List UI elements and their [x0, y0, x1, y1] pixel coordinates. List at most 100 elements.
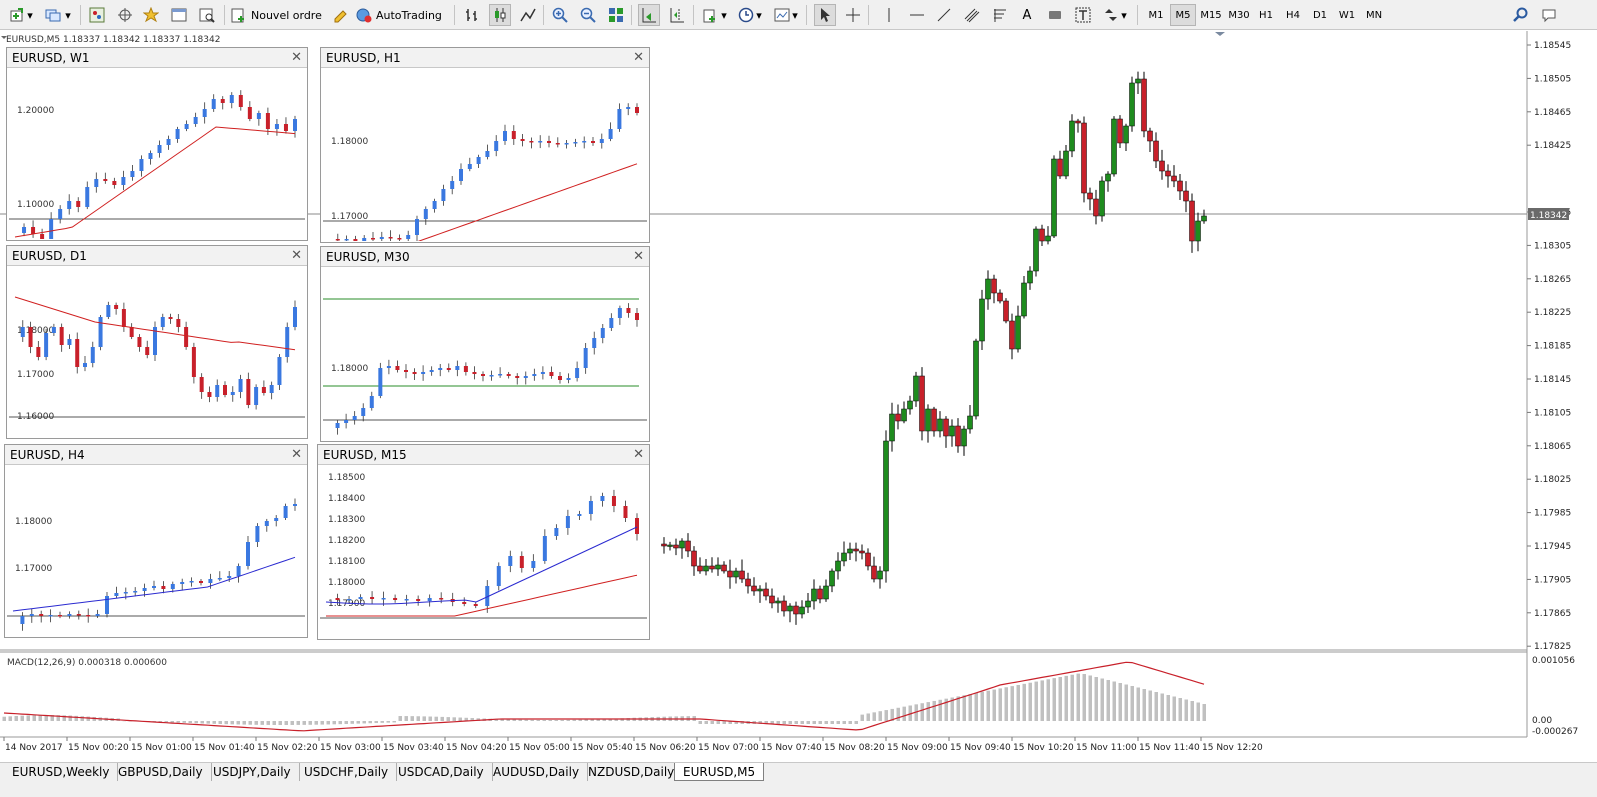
timeframe-mn[interactable]: MN	[1361, 4, 1387, 26]
tab-eurusd-weekly[interactable]: EURUSD,Weekly	[4, 763, 119, 781]
chevron-down-icon[interactable]: ▾	[62, 4, 74, 26]
text-box-icon[interactable]	[1072, 4, 1094, 26]
favorites-star-icon[interactable]	[140, 4, 162, 26]
timeframe-w1[interactable]: W1	[1334, 4, 1360, 26]
subchart-eurusd-h1[interactable]: EURUSD, H1 ✕ 1.18000 1.17000	[320, 47, 650, 243]
timeframe-h1[interactable]: H1	[1253, 4, 1279, 26]
search-icon[interactable]	[1510, 4, 1532, 26]
market-watch-icon[interactable]	[86, 4, 108, 26]
macd-bar	[188, 721, 192, 724]
subchart-candle	[358, 597, 363, 599]
macd-bar	[242, 721, 246, 725]
subchart-candle	[142, 588, 147, 591]
subchart-candle	[577, 514, 582, 516]
crosshair-icon[interactable]	[842, 4, 864, 26]
timeframe-m30[interactable]: M30	[1225, 4, 1253, 26]
subchart-candle	[293, 119, 297, 131]
macd-bar	[776, 721, 780, 724]
close-icon[interactable]: ✕	[633, 48, 644, 68]
strategy-tester-icon[interactable]	[196, 4, 218, 26]
text-tool-icon[interactable]: A	[1016, 4, 1038, 26]
subchart-price-label: 1.16000	[17, 412, 54, 422]
macd-bar	[1172, 696, 1176, 721]
subchart-candle	[415, 219, 419, 235]
close-icon[interactable]: ✕	[633, 445, 644, 465]
tab-gbpusd-daily[interactable]: GBPUSD,Daily	[110, 763, 212, 781]
tab-usdjpy-daily[interactable]: USDJPY,Daily	[205, 763, 300, 781]
candle	[883, 440, 889, 572]
chevron-down-icon[interactable]: ▾	[718, 4, 730, 26]
timeframe-m5[interactable]: M5	[1170, 4, 1196, 26]
tab-nzdusd-daily[interactable]: NZDUSD,Daily	[580, 763, 684, 781]
subchart-candle	[49, 219, 54, 239]
text-label-icon[interactable]	[1044, 4, 1066, 26]
macd-bar	[932, 700, 936, 721]
subchart-candle	[566, 378, 571, 380]
timeframe-h4[interactable]: H4	[1280, 4, 1306, 26]
navigator-crosshair-icon[interactable]	[114, 4, 136, 26]
subchart-eurusd-m30[interactable]: EURUSD, M30 ✕ 1.18000	[320, 246, 650, 442]
macd-bar	[1064, 675, 1068, 721]
metaeditor-icon[interactable]	[330, 4, 352, 26]
tab-eurusd-m5[interactable]: EURUSD,M5	[674, 763, 765, 781]
profiles-icon[interactable]	[42, 4, 64, 26]
subchart-eurusd-w1[interactable]: EURUSD, W1 ✕ 1.20000 1.10000	[6, 47, 308, 241]
macd-bar	[20, 715, 24, 721]
subchart-candle	[609, 318, 614, 328]
time-label: 15 Nov 02:20	[257, 743, 318, 753]
zoom-out-icon[interactable]	[577, 4, 599, 26]
subchart-candle	[538, 141, 543, 143]
macd-bar	[884, 710, 888, 721]
close-icon[interactable]: ✕	[633, 247, 644, 267]
chevron-down-icon[interactable]: ▾	[789, 4, 801, 26]
subchart-candle	[362, 238, 367, 241]
terminal-window-icon[interactable]	[168, 4, 190, 26]
tab-audusd-daily[interactable]: AUDUSD,Daily	[485, 763, 589, 781]
bar-chart-icon[interactable]	[461, 4, 483, 26]
chart-shift-icon[interactable]	[666, 4, 688, 26]
macd-bar	[848, 721, 852, 724]
subchart-candle	[28, 327, 33, 347]
new-order-button[interactable]: Nouvel ordre	[231, 4, 326, 26]
tile-windows-icon[interactable]	[605, 4, 627, 26]
subchart-eurusd-d1[interactable]: EURUSD, D1 ✕ 1.18000 1.17000 1.16000	[6, 245, 308, 439]
equidistant-channel-icon[interactable]	[961, 4, 983, 26]
macd-bar	[200, 721, 204, 724]
tab-usdcad-daily[interactable]: USDCAD,Daily	[390, 763, 493, 781]
candle	[1105, 173, 1111, 182]
macd-bar	[74, 715, 78, 721]
autotrading-icon	[356, 8, 372, 23]
close-icon[interactable]: ✕	[291, 445, 302, 465]
tab-usdchf-daily[interactable]: USDCHF,Daily	[296, 763, 398, 781]
time-label: 15 Nov 10:20	[1013, 743, 1074, 753]
chevron-down-icon[interactable]: ▾	[753, 4, 765, 26]
subchart-candle	[588, 501, 593, 514]
timeframe-m15[interactable]: M15	[1197, 4, 1225, 26]
subchart-candle	[531, 561, 536, 568]
autotrading-button[interactable]: AutoTrading	[356, 4, 448, 26]
subchart-candle	[98, 317, 103, 347]
subchart-plot: 1.20000 1.10000	[9, 90, 305, 239]
chevron-down-icon[interactable]: ▾	[24, 4, 36, 26]
zoom-in-icon[interactable]	[549, 4, 571, 26]
fibonacci-icon[interactable]	[989, 4, 1011, 26]
subchart-eurusd-m15[interactable]: EURUSD, M15 ✕ 1.18500 1.18400 1.18300 1.1820…	[317, 444, 650, 640]
candle	[997, 292, 1003, 302]
chat-bubble-icon[interactable]	[1538, 4, 1560, 26]
trendline-icon[interactable]	[933, 4, 955, 26]
subchart-eurusd-h4[interactable]: EURUSD, H4 ✕ 1.18000 1.17000	[4, 444, 308, 638]
cursor-arrow-icon[interactable]	[814, 4, 836, 26]
timeframe-d1[interactable]: D1	[1307, 4, 1333, 26]
close-icon[interactable]: ✕	[291, 48, 302, 68]
vertical-line-icon[interactable]	[878, 4, 900, 26]
subchart-candle	[462, 602, 467, 604]
close-icon[interactable]: ✕	[291, 246, 302, 266]
chevron-down-icon[interactable]: ▾	[1118, 4, 1130, 26]
horizontal-line-icon[interactable]	[906, 4, 928, 26]
autoscroll-icon[interactable]	[638, 4, 660, 26]
macd-bar	[296, 721, 300, 725]
timeframe-m1[interactable]: M1	[1143, 4, 1169, 26]
line-chart-icon[interactable]	[517, 4, 539, 26]
candlestick-chart-icon[interactable]	[489, 4, 511, 26]
candle	[745, 578, 751, 587]
